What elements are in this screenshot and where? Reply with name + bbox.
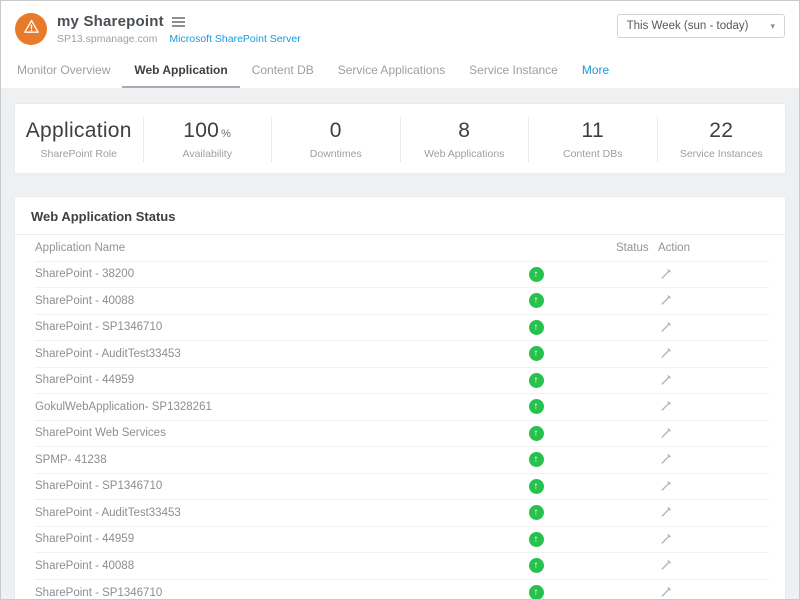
application-name: SharePoint - 40088 <box>35 560 523 572</box>
stat-availability: 100% Availability <box>144 117 273 162</box>
table-row: SharePoint Web Services ↑ <box>35 421 769 448</box>
tab-service-applications[interactable]: Service Applications <box>326 57 457 88</box>
status-up-icon: ↑ <box>529 479 544 494</box>
tab-monitor-overview[interactable]: Monitor Overview <box>15 57 122 88</box>
edit-pencil-icon[interactable] <box>658 584 674 599</box>
table-body: SharePoint - 38200↑SharePoint - 40088↑Sh… <box>35 262 769 600</box>
table-row: SharePoint - 40088 ↑ <box>35 553 769 580</box>
stat-content-dbs: 11 Content DBs <box>529 117 658 162</box>
application-name: SharePoint Web Services <box>35 427 523 439</box>
status-up-icon: ↑ <box>529 320 544 335</box>
column-header-application-name: Application Name <box>35 242 523 254</box>
table-row: SharePoint - SP1346710 ↑ <box>35 315 769 342</box>
stat-web-applications: 8 Web Applications <box>401 117 530 162</box>
time-range-value: This Week (sun - today) <box>627 20 749 32</box>
status-up-icon: ↑ <box>529 426 544 441</box>
status-up-icon: ↑ <box>529 267 544 282</box>
application-name: SPMP- 41238 <box>35 454 523 466</box>
table-row: SharePoint - AuditTest33453 ↑ <box>35 500 769 527</box>
host-name: SP13.spmanage.com <box>57 33 157 45</box>
application-name: SharePoint - SP1346710 <box>35 480 523 492</box>
table-row: SharePoint - 38200 ↑ <box>35 262 769 289</box>
warning-triangle-icon <box>22 17 41 41</box>
edit-pencil-icon[interactable] <box>658 266 674 283</box>
stat-value: Application <box>19 119 139 143</box>
table-header-row: Application Name Status Action <box>35 235 769 262</box>
web-application-status-card: Web Application Status Application Name … <box>15 197 785 599</box>
table-row: SharePoint - 40088 ↑ <box>35 288 769 315</box>
summary-stats-card: Application SharePoint Role 100% Availabili… <box>15 104 785 173</box>
stat-label: Downtimes <box>276 148 396 160</box>
status-up-icon: ↑ <box>529 532 544 547</box>
tab-bar: Monitor OverviewWeb ApplicationContent D… <box>15 57 785 88</box>
stat-label: Web Applications <box>405 148 525 160</box>
application-name: SharePoint - SP1346710 <box>35 321 523 333</box>
stat-value: 11 <box>533 119 653 143</box>
application-name: SharePoint - 38200 <box>35 268 523 280</box>
edit-pencil-icon[interactable] <box>658 292 674 309</box>
stat-label: Availability <box>148 148 268 160</box>
edit-pencil-icon[interactable] <box>658 345 674 362</box>
sharepoint-monitor-page: my Sharepoint SP13.spmanage.com Microsof… <box>0 0 800 600</box>
edit-pencil-icon[interactable] <box>658 451 674 468</box>
application-name: SharePoint - AuditTest33453 <box>35 507 523 519</box>
table-row: SPMP- 41238 ↑ <box>35 447 769 474</box>
stat-label: Content DBs <box>533 148 653 160</box>
stat-value: 22 <box>662 119 782 143</box>
monitor-logo <box>15 13 47 45</box>
edit-pencil-icon[interactable] <box>658 398 674 415</box>
tab-content-db[interactable]: Content DB <box>240 57 326 88</box>
status-up-icon: ↑ <box>529 558 544 573</box>
stat-value: 8 <box>405 119 525 143</box>
application-name: SharePoint - AuditTest33453 <box>35 348 523 360</box>
app-header: my Sharepoint SP13.spmanage.com Microsof… <box>1 1 799 88</box>
edit-pencil-icon[interactable] <box>658 372 674 389</box>
stat-value: 100% <box>148 119 268 143</box>
time-range-dropdown[interactable]: This Week (sun - today) ▾ <box>617 14 785 38</box>
column-header-status: Status <box>616 242 658 254</box>
status-up-icon: ↑ <box>529 585 544 599</box>
table-row: GokulWebApplication- SP1328261 ↑ <box>35 394 769 421</box>
table-row: SharePoint - AuditTest33453 ↑ <box>35 341 769 368</box>
status-up-icon: ↑ <box>529 373 544 388</box>
application-name: SharePoint - SP1346710 <box>35 587 523 599</box>
stat-service-instances: 22 Service Instances <box>658 117 786 162</box>
stat-value: 0 <box>276 119 396 143</box>
edit-pencil-icon[interactable] <box>658 319 674 336</box>
edit-pencil-icon[interactable] <box>658 531 674 548</box>
status-up-icon: ↑ <box>529 293 544 308</box>
stat-suffix: % <box>221 128 231 140</box>
page-title: my Sharepoint <box>57 13 164 30</box>
application-name: SharePoint - 44959 <box>35 374 523 386</box>
tab-more[interactable]: More <box>570 57 621 88</box>
status-up-icon: ↑ <box>529 346 544 361</box>
table-row: SharePoint - SP1346710 ↑ <box>35 474 769 501</box>
edit-pencil-icon[interactable] <box>658 557 674 574</box>
chevron-down-icon: ▾ <box>770 21 775 32</box>
table-row: SharePoint - 44959 ↑ <box>35 368 769 395</box>
section-title: Web Application Status <box>15 197 785 235</box>
table-row: SharePoint - 44959 ↑ <box>35 527 769 554</box>
application-name: SharePoint - 44959 <box>35 533 523 545</box>
status-up-icon: ↑ <box>529 399 544 414</box>
application-name: SharePoint - 40088 <box>35 295 523 307</box>
server-type-link[interactable]: Microsoft SharePoint Server <box>169 33 300 45</box>
stat-sharepoint-role: Application SharePoint Role <box>15 117 144 162</box>
edit-pencil-icon[interactable] <box>658 504 674 521</box>
stat-label: SharePoint Role <box>19 148 139 160</box>
stat-label: Service Instances <box>662 148 782 160</box>
tab-service-instance[interactable]: Service Instance <box>457 57 570 88</box>
content-area: Application SharePoint Role 100% Availabili… <box>1 88 799 599</box>
web-application-table: Application Name Status Action SharePoin… <box>15 235 785 599</box>
column-header-action: Action <box>658 242 769 254</box>
status-up-icon: ↑ <box>529 505 544 520</box>
status-up-icon: ↑ <box>529 452 544 467</box>
table-row: SharePoint - SP1346710 ↑ <box>35 580 769 600</box>
stat-downtimes: 0 Downtimes <box>272 117 401 162</box>
application-name: GokulWebApplication- SP1328261 <box>35 401 523 413</box>
hamburger-menu-icon[interactable] <box>172 14 185 30</box>
edit-pencil-icon[interactable] <box>658 425 674 442</box>
edit-pencil-icon[interactable] <box>658 478 674 495</box>
tab-web-application[interactable]: Web Application <box>122 57 239 88</box>
